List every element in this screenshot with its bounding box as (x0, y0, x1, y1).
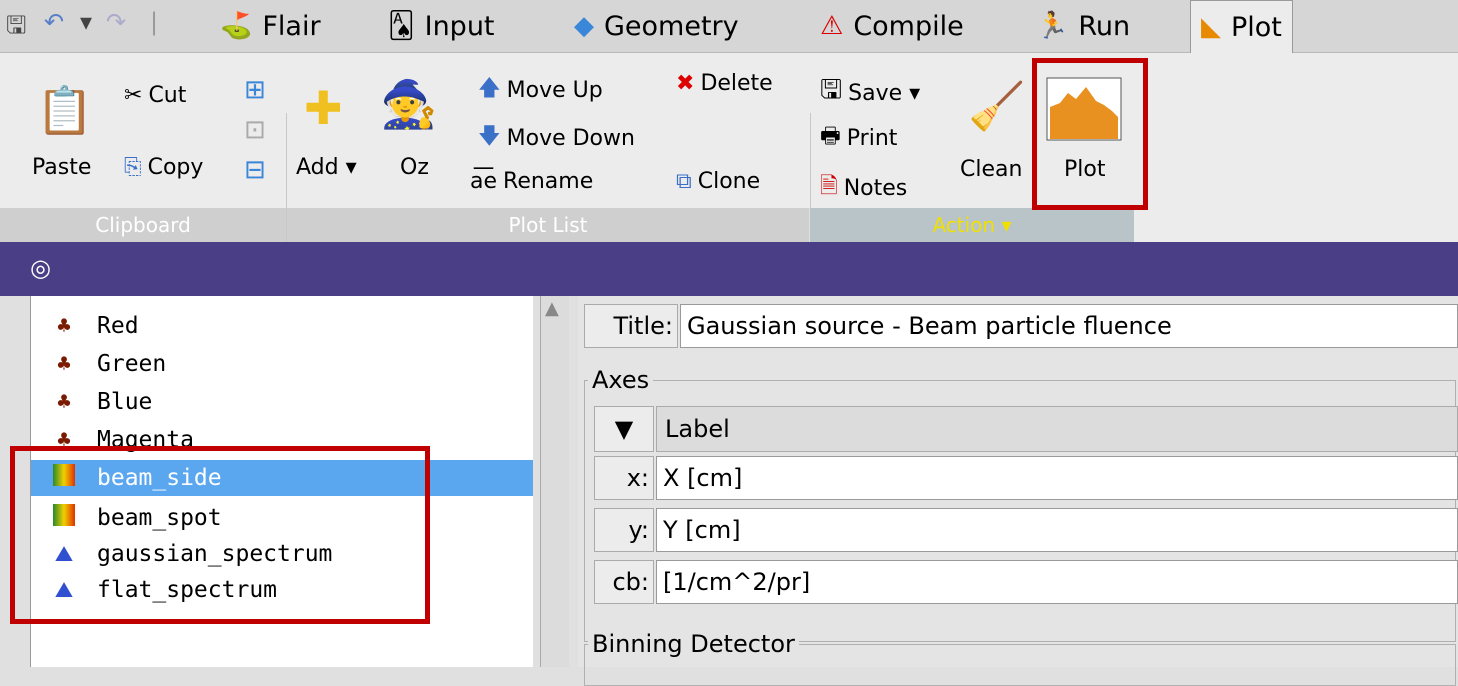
plot-properties-panel: Title: Gaussian source - Beam particle f… (578, 296, 1458, 686)
tab-flair[interactable]: ⛳ Flair (220, 0, 321, 52)
undo-icon[interactable]: ↶ (44, 8, 64, 36)
copy-icon: ⎘ (124, 155, 142, 180)
print-button[interactable]: 🖶 Print (820, 119, 897, 157)
tab-label: Input (424, 10, 495, 42)
move-down-label: Move Down (506, 125, 635, 151)
x-axis-field[interactable]: X [cm] (656, 456, 1458, 500)
label-column-header: Label (656, 406, 1458, 452)
notes-icon: 🗎 (820, 174, 838, 199)
add-button[interactable]: Add ▾ (296, 155, 357, 180)
ribbon-filler (1134, 208, 1458, 242)
move-up-button[interactable]: 🡅 Move Up (478, 71, 603, 109)
cb-axis-field[interactable]: [1/cm^2/pr] (656, 560, 1458, 604)
x-axis-label: x: (594, 456, 654, 500)
cut-button[interactable]: ✂ Cut (124, 83, 186, 108)
move-down-button[interactable]: 🡇 Move Down (478, 119, 635, 157)
list-item-label: Green (97, 351, 167, 377)
tab-input[interactable]: 🂡 Input (388, 0, 495, 52)
clone-button[interactable]: ⧉ Clone (676, 169, 760, 194)
clone-label: Clone (697, 169, 761, 194)
notes-label: Notes (843, 175, 908, 201)
tab-plot[interactable]: ◣ Plot (1190, 0, 1293, 53)
rename-label: Rename (503, 169, 594, 194)
runner-icon: 🏃 (1036, 11, 1069, 41)
plot-icon: ◣ (1201, 12, 1221, 42)
tab-label: Run (1078, 10, 1131, 42)
oz-button[interactable]: Oz (400, 155, 429, 180)
delete-label: Delete (700, 71, 773, 96)
cb-axis-label: cb: (594, 560, 654, 604)
warning-triangle-icon: ⚠ (820, 11, 844, 41)
save-label: Save ▾ (848, 80, 921, 106)
redo-icon[interactable]: ↷ (106, 8, 126, 36)
cut-label: Cut (148, 83, 187, 108)
y-axis-label: y: (594, 508, 654, 552)
arrow-up-icon: 🡅 (478, 76, 501, 101)
rename-button[interactable]: a͞e Rename (470, 169, 593, 194)
list-scrollbar[interactable]: ▲ (540, 296, 569, 667)
tab-run[interactable]: 🏃 Run (1036, 0, 1130, 52)
delete-button[interactable]: ✖ Delete (676, 71, 773, 96)
list-item[interactable]: ♣ Red (31, 308, 533, 344)
clean-button[interactable]: Clean (960, 157, 1022, 182)
clipboard-icon: 📋 (36, 83, 94, 137)
select-none-icon[interactable]: ⊡ (244, 115, 266, 145)
plot-list-highlight (10, 446, 430, 624)
action-group-label[interactable]: Action ▾ (810, 208, 1134, 242)
floppy-icon[interactable]: 🖫 (6, 8, 26, 49)
tab-label: Plot (1231, 11, 1282, 43)
clipboard-group-label: Clipboard (0, 208, 286, 242)
target-icon[interactable]: ◎ (30, 254, 51, 282)
plot-button-highlight (1032, 58, 1148, 210)
floppy-icon: 🖫 (820, 75, 843, 105)
binning-legend: Binning Detector (588, 630, 799, 658)
title-field[interactable]: Gaussian source - Beam particle fluence (680, 304, 1458, 348)
detector-icon: ♣ (57, 351, 71, 377)
save-button[interactable]: 🖫 Save ▾ (820, 71, 920, 115)
chevron-down-icon[interactable]: ▾ (80, 8, 92, 36)
list-item[interactable]: ♣ Green (31, 346, 533, 382)
menu-bar: 🖫 ↶ ▾ ↷ | ⛳ Flair 🂡 Input ◆ Geometry ⚠ C… (0, 0, 1458, 53)
axes-toggle-button[interactable]: ▼ (594, 406, 654, 452)
printer-icon: 🖶 (820, 124, 841, 149)
rename-icon: a͞e (470, 169, 498, 194)
axes-legend: Axes (588, 366, 654, 394)
list-item-label: Blue (97, 389, 153, 415)
cauldron-icon: ⛳ (220, 11, 253, 41)
paste-button[interactable]: Paste (32, 155, 91, 180)
y-axis-field[interactable]: Y [cm] (656, 508, 1458, 552)
broom-icon: 🧹 (968, 79, 1026, 133)
invert-selection-icon[interactable]: ⊟ (244, 155, 266, 185)
copy-label: Copy (147, 155, 204, 180)
delete-x-icon: ✖ (676, 71, 695, 96)
clone-icon: ⧉ (676, 169, 692, 194)
wizard-icon: 🧙 (380, 77, 438, 131)
tab-label: Flair (262, 10, 321, 42)
move-up-label: Move Up (506, 77, 603, 103)
scroll-up-icon[interactable]: ▲ (545, 298, 559, 319)
scissors-icon: ✂ (124, 83, 143, 108)
tab-geometry[interactable]: ◆ Geometry (574, 0, 739, 52)
detector-icon: ♣ (57, 389, 71, 415)
copy-button[interactable]: ⎘ Copy (124, 155, 203, 180)
separator: | (150, 8, 159, 36)
notes-button[interactable]: 🗎 Notes (820, 169, 907, 207)
plotlist-group-label: Plot List (287, 208, 809, 242)
geometry-icon: ◆ (574, 11, 594, 41)
title-label: Title: (584, 304, 678, 348)
tab-label: Geometry (604, 10, 739, 42)
list-item[interactable]: ♣ Blue (31, 384, 533, 420)
dice-icon: 🂡 (388, 11, 415, 41)
ribbon: 📋 Paste ✂ Cut ⎘ Copy ⊞ ⊡ ⊟ ✚ Add ▾ 🧙 Oz … (0, 53, 1458, 261)
filter-bar: ◎ (0, 242, 1458, 296)
print-label: Print (846, 125, 898, 151)
tab-compile[interactable]: ⚠ Compile (820, 0, 964, 52)
select-all-icon[interactable]: ⊞ (244, 75, 266, 105)
list-item-label: Red (97, 313, 139, 339)
tab-label: Compile (853, 10, 964, 42)
arrow-down-icon: 🡇 (478, 124, 501, 149)
add-plus-icon: ✚ (304, 81, 343, 135)
detector-icon: ♣ (57, 313, 71, 339)
